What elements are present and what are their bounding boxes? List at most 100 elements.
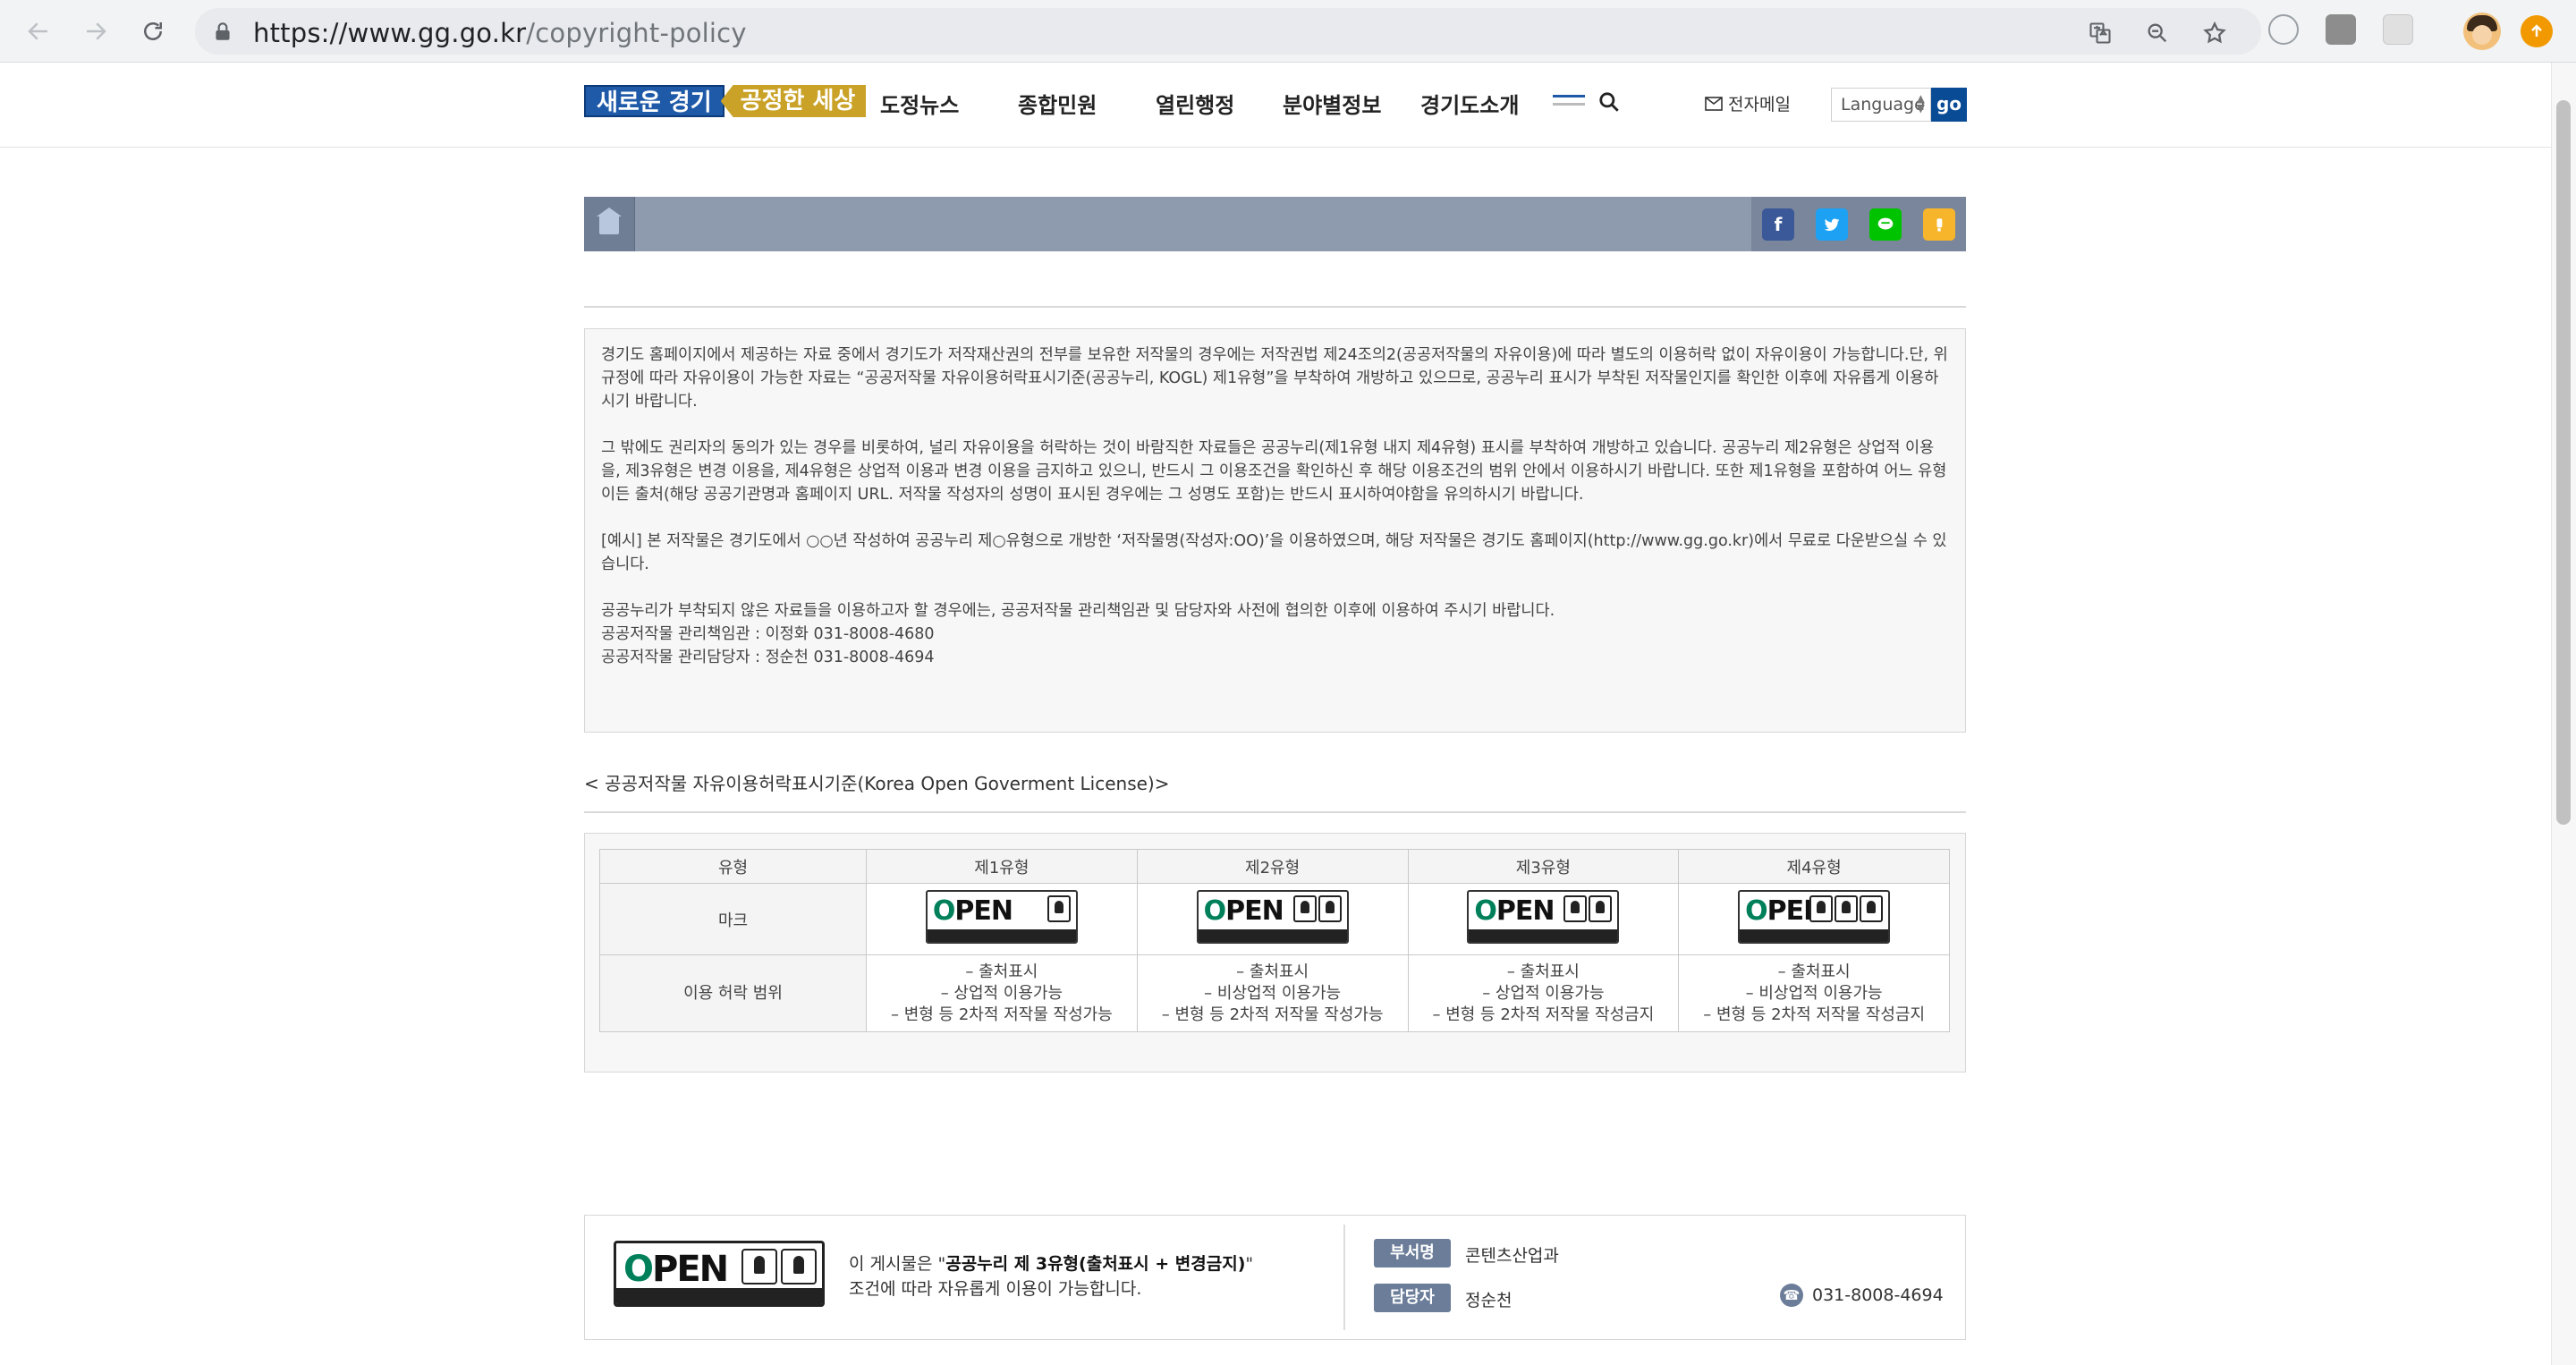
phone-number: 031-8008-4694 <box>1812 1285 1944 1305</box>
twitter-share-icon[interactable] <box>1816 208 1848 241</box>
home-button[interactable] <box>584 197 635 251</box>
site-logo[interactable]: 새로운 경기 공정한 세상 <box>584 85 867 117</box>
notice-paragraph: 공공누리가 부착되지 않은 자료들을 이용하고자 할 경우에는, 공공저작물 관… <box>601 602 1555 620</box>
row-label: 마크 <box>599 883 867 955</box>
notice-paragraph: 그 밖에도 권리자의 동의가 있는 경우를 비롯하여, 널리 자유이용을 허락하… <box>601 439 1947 504</box>
forward-icon[interactable] <box>77 13 114 50</box>
home-icon <box>597 207 622 234</box>
table-row: 마크 OPEN OPEN OPEN OPEN <box>599 883 1950 955</box>
range-line: – 출처표시 <box>965 962 1038 981</box>
calendar-extension-icon[interactable] <box>2326 14 2356 45</box>
range-line: – 출처표시 <box>1777 962 1851 981</box>
search-icon[interactable] <box>1597 90 1621 114</box>
email-label: 전자메일 <box>1728 95 1791 114</box>
lock-icon <box>216 22 230 40</box>
all-menu-icon[interactable] <box>1553 95 1585 113</box>
location-bar: f <box>584 197 1966 251</box>
table-header: 제2유형 <box>1136 849 1409 884</box>
notice-paragraph: [예시] 본 저작물은 경기도에서 ○○년 작성하여 공공누리 제○유형으로 개… <box>601 532 1947 573</box>
staff-contact: 공공저작물 관리담당자 : 정순천 031-8008-4694 <box>601 649 935 666</box>
table-row: 이용 허락 범위 – 출처표시 – 상업적 이용가능 – 변형 등 2차적 저작… <box>599 954 1950 1032</box>
profile-avatar[interactable] <box>2463 13 2501 50</box>
range-line: – 변형 등 2차적 저작물 작성가능 <box>1161 1005 1384 1024</box>
line-share-icon[interactable] <box>1869 208 1902 241</box>
site-header: 새로운 경기 공정한 세상 도정뉴스 종합민원 열린행정 분야별정보 경기도소개… <box>0 63 2551 148</box>
kogl-type2-mark: OPEN <box>1196 890 1349 944</box>
table-header: 유형 <box>599 849 867 884</box>
update-icon[interactable] <box>2521 15 2553 47</box>
table-header: 제3유형 <box>1407 849 1680 884</box>
kogl-type4-mark: OPEN <box>1738 890 1891 944</box>
table-cell: OPEN <box>866 883 1138 955</box>
table-cell: OPEN <box>1136 883 1409 955</box>
language-select-value: Language <box>1841 95 1925 114</box>
nav-item-news[interactable]: 도정뉴스 <box>880 88 959 119</box>
license-type-text: 공공누리 제 3유형(출처표시 + 변경금지) <box>945 1254 1246 1274</box>
table-cell: – 출처표시 – 상업적 이용가능 – 변형 등 2차적 저작물 작성금지 <box>1407 954 1680 1032</box>
facebook-share-icon[interactable]: f <box>1762 208 1794 241</box>
license-table-box: 유형 제1유형 제2유형 제3유형 제4유형 마크 OPEN OPEN OPEN… <box>584 833 1966 1072</box>
kakaostory-share-icon[interactable] <box>1923 208 1955 241</box>
globe-extension-icon[interactable] <box>2268 14 2299 45</box>
phone-info: ☎ 031-8008-4694 <box>1780 1284 1944 1307</box>
range-line: – 비상업적 이용가능 <box>1204 983 1342 1003</box>
license-condition-text: 조건에 따라 자유롭게 이용이 가능합니다. <box>849 1279 1142 1299</box>
table-cell: – 출처표시 – 비상업적 이용가능 – 변형 등 2차적 저작물 작성금지 <box>1678 954 1950 1032</box>
language-select[interactable]: Language ▲ ▼ <box>1831 88 1931 122</box>
scrollbar-thumb[interactable] <box>2556 100 2571 825</box>
phone-icon: ☎ <box>1780 1284 1803 1307</box>
nav-item-field-info[interactable]: 분야별정보 <box>1283 88 1381 119</box>
translate-icon[interactable] <box>2088 21 2113 46</box>
manager-value: 정순천 <box>1465 1291 1513 1310</box>
reload-icon[interactable] <box>134 13 172 50</box>
grid-extension-icon[interactable] <box>2383 14 2413 45</box>
range-line: – 상업적 이용가능 <box>940 983 1063 1003</box>
license-table: 유형 제1유형 제2유형 제3유형 제4유형 마크 OPEN OPEN OPEN… <box>599 849 1950 1032</box>
address-bar[interactable]: https://www.gg.go.kr/copyright-policy <box>195 8 2261 55</box>
row-label: 이용 허락 범위 <box>599 954 867 1032</box>
kogl-type3-mark: OPEN <box>1467 890 1620 944</box>
copyright-notice: 경기도 홈페이지에서 제공하는 자료 중에서 경기도가 저작재산권의 전부를 보… <box>584 328 1966 733</box>
dept-label-badge: 부서명 <box>1374 1239 1451 1268</box>
divider <box>584 306 1966 308</box>
manager-contact: 공공저작물 관리책임관 : 이정화 031-8008-4680 <box>601 625 935 643</box>
page-license-info: OPEN 이 게시물은 "공공누리 제 3유형(출처표시 + 변경금지)" 조건… <box>584 1215 1966 1340</box>
bookmark-star-icon[interactable] <box>2202 21 2227 46</box>
url-text: https://www.gg.go.kr/copyright-policy <box>253 18 747 48</box>
range-line: – 변형 등 2차적 저작물 작성금지 <box>1703 1005 1926 1024</box>
notice-paragraph: 경기도 홈페이지에서 제공하는 자료 중에서 경기도가 저작재산권의 전부를 보… <box>601 346 1948 411</box>
kogl-type1-mark: OPEN <box>925 890 1078 944</box>
back-icon[interactable] <box>20 13 57 50</box>
divider <box>584 811 1966 813</box>
range-line: – 출처표시 <box>1506 962 1580 981</box>
table-header: 제1유형 <box>866 849 1138 884</box>
language-go-button[interactable]: go <box>1931 88 1967 122</box>
nav-item-about[interactable]: 경기도소개 <box>1420 88 1519 119</box>
logo-text-fair: 공정한 세상 <box>720 85 867 117</box>
table-cell: – 출처표시 – 비상업적 이용가능 – 변형 등 2차적 저작물 작성가능 <box>1136 954 1409 1032</box>
divider <box>1343 1225 1345 1330</box>
range-line: – 비상업적 이용가능 <box>1745 983 1883 1003</box>
manager-label-badge: 담당자 <box>1374 1284 1451 1312</box>
mail-icon <box>1705 96 1723 111</box>
sns-share-group: f <box>1751 197 1966 251</box>
license-section-title: < 공공저작물 자유이용허락표시기준(Korea Open Goverment … <box>584 773 1170 794</box>
zoom-icon[interactable] <box>2145 21 2170 46</box>
table-cell: OPEN <box>1678 883 1950 955</box>
range-line: – 변형 등 2차적 저작물 작성금지 <box>1432 1005 1655 1024</box>
table-cell: OPEN <box>1407 883 1680 955</box>
license-statement: 이 게시물은 "공공누리 제 3유형(출처표시 + 변경금지)" 조건에 따라 … <box>849 1251 1253 1301</box>
table-header: 제4유형 <box>1678 849 1950 884</box>
email-link[interactable]: 전자메일 <box>1705 91 1791 115</box>
select-arrows-icon: ▲ ▼ <box>1916 92 1925 114</box>
range-line: – 출처표시 <box>1236 962 1309 981</box>
browser-toolbar: https://www.gg.go.kr/copyright-policy <box>0 0 2576 63</box>
logo-text-new: 새로운 경기 <box>584 85 724 117</box>
table-cell: – 출처표시 – 상업적 이용가능 – 변형 등 2차적 저작물 작성가능 <box>866 954 1138 1032</box>
dept-value: 콘텐츠산업과 <box>1465 1246 1559 1266</box>
kogl-type3-large-mark: OPEN <box>614 1241 825 1307</box>
nav-item-open-admin[interactable]: 열린행정 <box>1156 88 1234 119</box>
nav-item-civil[interactable]: 종합민원 <box>1018 88 1097 119</box>
range-line: – 변형 등 2차적 저작물 작성가능 <box>890 1005 1113 1024</box>
range-line: – 상업적 이용가능 <box>1482 983 1605 1003</box>
